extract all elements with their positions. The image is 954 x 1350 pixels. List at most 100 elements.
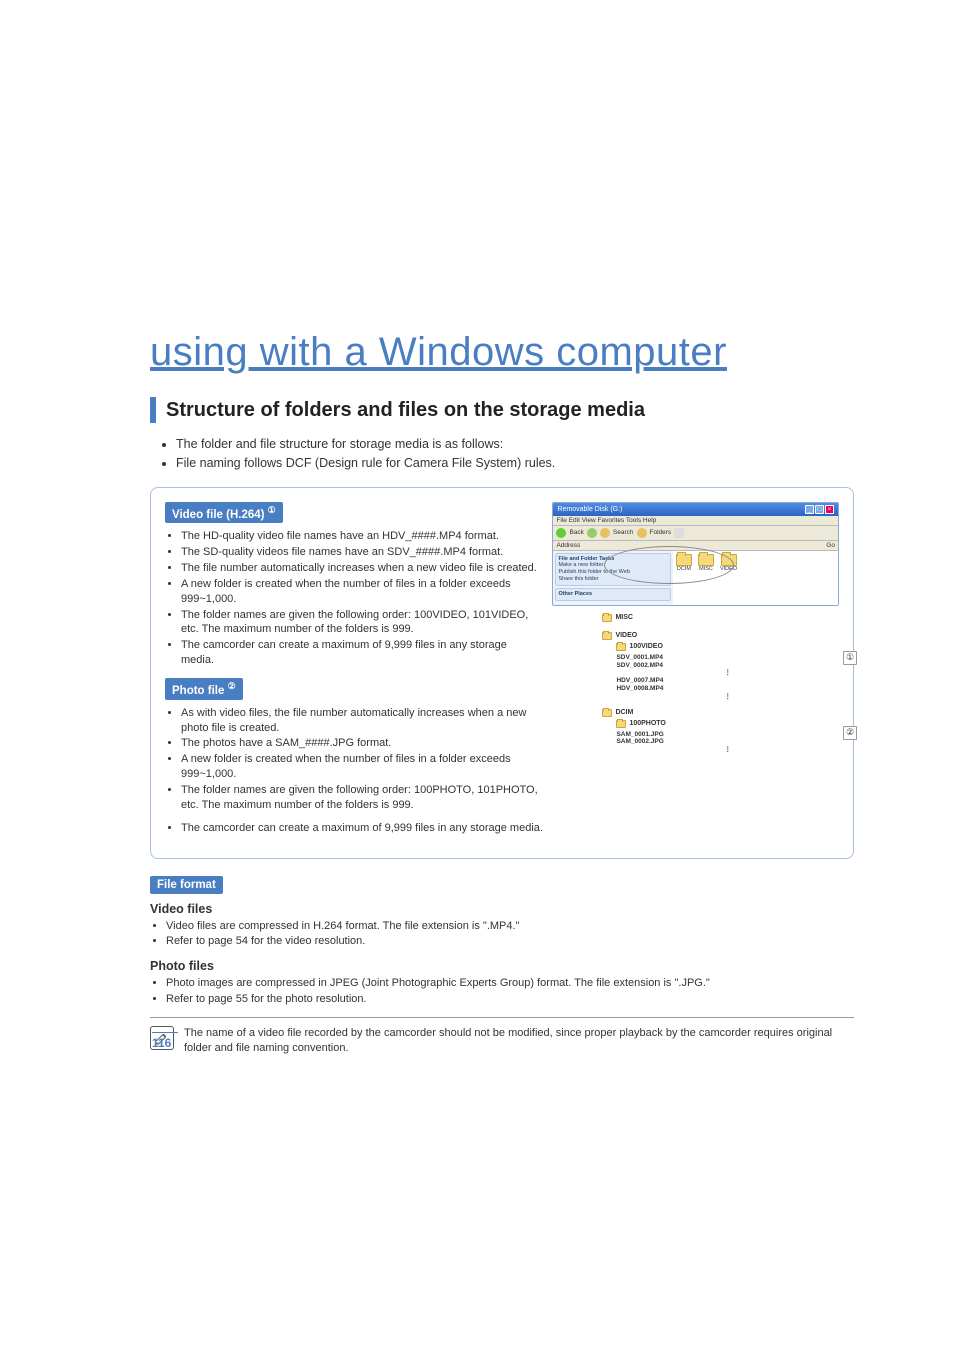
folder-icon (602, 709, 612, 717)
tag-sup: ② (228, 681, 236, 691)
window-titlebar: Removable Disk (G:) _□× (553, 503, 838, 516)
node-label: MISC (615, 614, 633, 621)
page-number: 116 (152, 1032, 178, 1050)
file-format-tag: File format (150, 876, 223, 894)
list-item: Video files are compressed in H.264 form… (166, 919, 854, 934)
file-name: HDV_0007.MP4 (616, 677, 839, 685)
back-label: Back (569, 529, 583, 536)
node-label: 100VIDEO (629, 643, 662, 650)
explorer-diagram: Removable Disk (G:) _□× File Edit View F… (552, 502, 839, 755)
window-title: Removable Disk (G:) (557, 506, 622, 513)
video-files-list: Video files are compressed in H.264 form… (166, 919, 854, 950)
list-item: The camcorder can create a maximum of 9,… (181, 638, 542, 668)
window-addressbar: Address Go (553, 541, 838, 551)
list-item: The camcorder can create a maximum of 9,… (181, 821, 839, 836)
file-list: SAM_0001.JPG SAM_0002.JPG ⋮ (616, 731, 839, 754)
folder-icon (676, 554, 692, 566)
window-body: File and Folder Tasks Make a new folder … (553, 551, 838, 605)
note-text: The name of a video file recorded by the… (184, 1026, 854, 1057)
node-label: VIDEO (615, 632, 637, 639)
folder-item: MISC (698, 554, 714, 602)
page-number-value: 116 (152, 1036, 178, 1050)
go-label: Go (826, 542, 835, 549)
folders-icon (637, 528, 647, 538)
video-files-subhead: Video files (150, 902, 854, 916)
sidebar-panel: Other Places (555, 588, 671, 601)
panel-item: Publish this folder to the Web (558, 569, 668, 576)
file-name: HDV_0008.MP4 (616, 685, 839, 693)
file-list: SDV_0001.MP4 SDV_0002.MP4 ⋮ HDV_0007.MP4… (616, 654, 839, 701)
callout-badge-2: ② (843, 726, 857, 740)
window-toolbar: Back Search Folders (553, 526, 838, 541)
note-row: The name of a video file recorded by the… (150, 1026, 854, 1057)
list-item: The folder names are given the following… (181, 608, 542, 638)
list-item: A new folder is created when the number … (181, 577, 542, 607)
photo-file-tag: Photo file ② (165, 678, 243, 700)
back-icon (556, 528, 566, 538)
photo-detail-list: As with video files, the file number aut… (181, 706, 542, 813)
section-title: Structure of folders and files on the st… (166, 397, 645, 423)
folder-icon (602, 614, 612, 622)
list-item: The SD-quality videos file names have an… (181, 545, 542, 560)
window-menubar: File Edit View Favorites Tools Help (553, 516, 838, 526)
node-label: DCIM (615, 709, 633, 716)
photo-detail-list-cont: The camcorder can create a maximum of 9,… (181, 821, 839, 836)
chapter-title: using with a Windows computer (150, 330, 854, 375)
list-item: Refer to page 54 for the video resolutio… (166, 934, 854, 949)
list-item: A new folder is created when the number … (181, 752, 542, 782)
search-label: Search (613, 529, 634, 536)
folder-icon (721, 554, 737, 566)
note-divider (150, 1017, 854, 1018)
folder-label: DCIM (677, 566, 691, 572)
section-accent-bar (150, 397, 156, 423)
list-item: As with video files, the file number aut… (181, 706, 542, 736)
tree-node: 100PHOTO ② (616, 720, 839, 728)
list-item: The file number automatically increases … (181, 561, 542, 576)
folders-label: Folders (650, 529, 672, 536)
list-item: The HD-quality video file names have an … (181, 529, 542, 544)
list-item: The photos have a SAM_####.JPG format. (181, 736, 542, 751)
section-heading: Structure of folders and files on the st… (150, 397, 854, 423)
folder-label: MISC (699, 566, 713, 572)
list-item: Photo images are compressed in JPEG (Joi… (166, 976, 854, 991)
file-name: SDV_0001.MP4 (616, 654, 839, 662)
up-icon (600, 528, 610, 538)
folder-label: VIDEO (720, 566, 737, 572)
tag-text: Video file (H.264) (172, 508, 264, 520)
folder-item: VIDEO (720, 554, 737, 602)
folder-icon (616, 643, 626, 651)
window-controls: _□× (804, 505, 834, 514)
tag-text: Photo file (172, 685, 224, 697)
window-main: DCIM MISC VIDEO (673, 551, 838, 605)
tree-node: VIDEO (602, 632, 839, 640)
views-icon (674, 528, 684, 538)
photo-files-list: Photo images are compressed in JPEG (Joi… (166, 976, 854, 1007)
tree-node: 100VIDEO ① (616, 643, 839, 651)
photo-files-subhead: Photo files (150, 959, 854, 973)
panel-title: File and Folder Tasks (558, 556, 668, 563)
folder-icon (616, 720, 626, 728)
callout-badge-1: ① (843, 651, 857, 665)
video-detail-list: The HD-quality video file names have an … (181, 529, 542, 668)
panel-item: Share this folder (558, 576, 668, 583)
folder-icon (602, 632, 612, 640)
folder-tree: MISC VIDEO 100VIDEO ① SDV_0001.MP4 SDV_0… (602, 614, 839, 754)
file-name: SAM_0001.JPG (616, 731, 839, 739)
tree-node: MISC (602, 614, 839, 622)
address-label: Address (556, 542, 580, 549)
node-label: 100PHOTO (629, 720, 665, 727)
video-file-tag: Video file (H.264) ① (165, 502, 283, 524)
intro-bullet: File naming follows DCF (Design rule for… (176, 454, 854, 473)
window-sidebar: File and Folder Tasks Make a new folder … (553, 551, 673, 605)
tag-sup: ① (268, 505, 276, 515)
structure-box: Video file (H.264) ① The HD-quality vide… (150, 487, 854, 859)
tree-node: DCIM (602, 709, 839, 717)
folder-item: DCIM (676, 554, 692, 602)
intro-list: The folder and file structure for storag… (176, 435, 854, 473)
sidebar-panel: File and Folder Tasks Make a new folder … (555, 553, 671, 587)
intro-bullet: The folder and file structure for storag… (176, 435, 854, 454)
list-item: Refer to page 55 for the photo resolutio… (166, 992, 854, 1007)
explorer-window: Removable Disk (G:) _□× File Edit View F… (552, 502, 839, 606)
panel-item: Make a new folder (558, 562, 668, 569)
list-item: The folder names are given the following… (181, 783, 542, 813)
